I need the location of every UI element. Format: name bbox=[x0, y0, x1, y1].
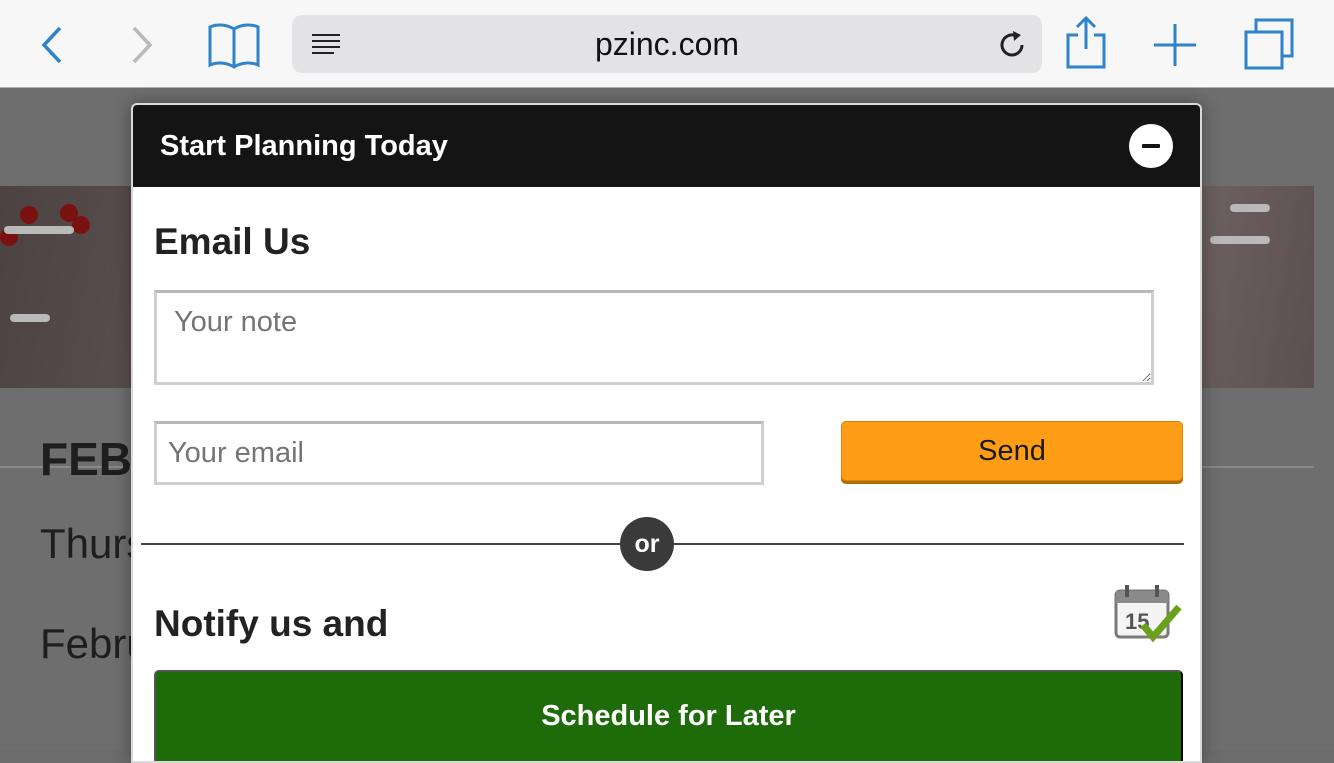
browser-toolbar: pzinc.com bbox=[0, 0, 1334, 88]
share-icon bbox=[1066, 15, 1106, 69]
send-button[interactable]: Send bbox=[841, 421, 1183, 481]
berry-decoration bbox=[20, 206, 38, 224]
modal-header: Start Planning Today bbox=[133, 105, 1200, 187]
minimize-button[interactable] bbox=[1129, 124, 1173, 168]
email-field[interactable] bbox=[154, 421, 764, 485]
share-button[interactable] bbox=[1062, 14, 1110, 72]
forward-icon bbox=[132, 26, 153, 64]
tabs-icon bbox=[1244, 18, 1294, 70]
or-badge: or bbox=[620, 517, 674, 571]
new-tab-icon bbox=[1154, 24, 1196, 66]
modal-title: Start Planning Today bbox=[160, 130, 448, 162]
back-icon bbox=[41, 26, 62, 64]
snow-decoration bbox=[4, 226, 74, 234]
tabs-button[interactable] bbox=[1240, 16, 1298, 72]
address-bar[interactable]: pzinc.com bbox=[292, 15, 1042, 73]
snow-decoration bbox=[1230, 204, 1270, 212]
snow-decoration bbox=[1210, 236, 1270, 244]
snow-decoration bbox=[10, 314, 50, 322]
calendar-check-icon: 15 bbox=[1114, 585, 1182, 643]
berry-decoration bbox=[72, 216, 90, 234]
planning-modal: Start Planning Today Email Us Send or No… bbox=[131, 103, 1202, 763]
back-button[interactable] bbox=[30, 22, 74, 68]
note-field[interactable] bbox=[154, 290, 1154, 385]
email-section-title: Email Us bbox=[154, 221, 311, 262]
url-text: pzinc.com bbox=[594, 26, 740, 62]
schedule-later-button[interactable]: Schedule for Later bbox=[154, 670, 1183, 761]
reload-button[interactable] bbox=[992, 27, 1032, 63]
reload-icon bbox=[1000, 31, 1024, 57]
bookmarks-button[interactable] bbox=[202, 18, 266, 72]
bookmarks-icon bbox=[208, 23, 260, 69]
forward-button[interactable] bbox=[120, 22, 164, 68]
minus-icon bbox=[1142, 144, 1160, 148]
notify-section-title: Notify us and bbox=[154, 603, 389, 644]
page-heading: FEB bbox=[40, 433, 132, 485]
new-tab-button[interactable] bbox=[1150, 20, 1200, 70]
